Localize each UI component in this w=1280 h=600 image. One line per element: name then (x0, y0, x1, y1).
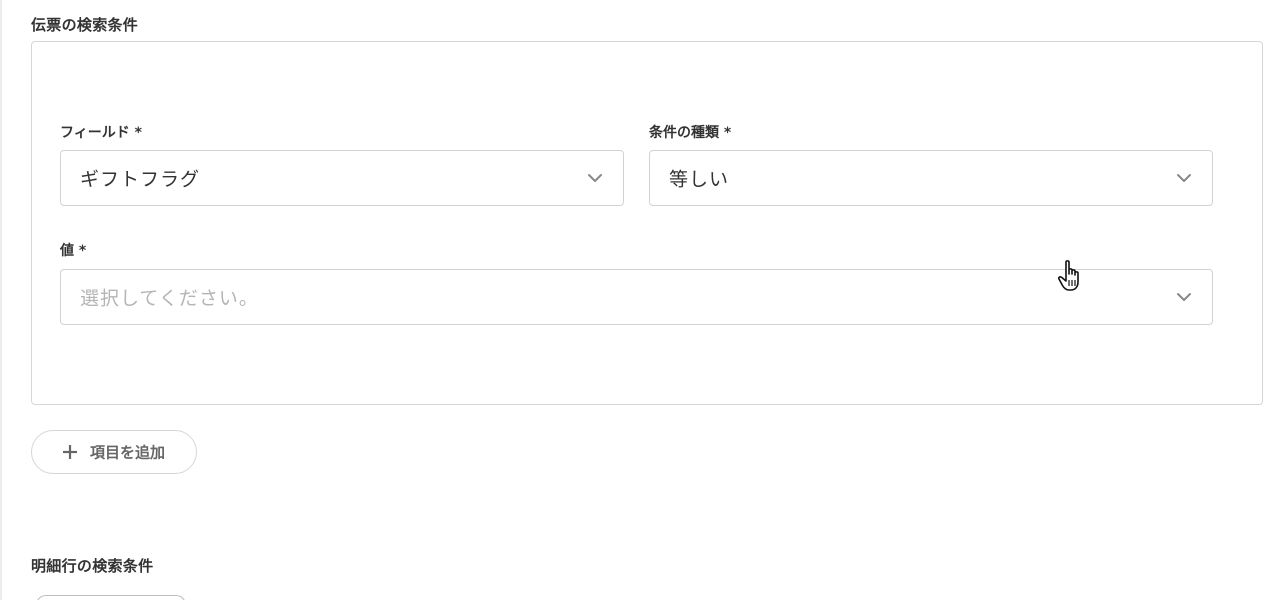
value-select[interactable]: 選択してください。 (60, 269, 1213, 325)
chevron-down-icon (1177, 293, 1191, 301)
field-select-value: ギフトフラグ (80, 168, 201, 191)
add-item-button[interactable]: 項目を追加 (31, 430, 197, 474)
search-conditions-page: 伝票の検索条件 フィールド * ギフトフラグ 条件の種類 * 等しい 値 * 選… (0, 0, 1280, 600)
condition-type-select-value: 等しい (669, 168, 730, 191)
chevron-down-icon (588, 174, 602, 182)
condition-type-select[interactable]: 等しい (649, 150, 1213, 206)
header-conditions-panel (31, 41, 1263, 405)
field-label: フィールド * (60, 125, 142, 141)
line-conditions-title: 明細行の検索条件 (31, 557, 154, 575)
header-conditions-title: 伝票の検索条件 (31, 16, 139, 34)
line-conditions-button-partial[interactable] (36, 595, 186, 600)
add-item-label: 項目を追加 (90, 443, 166, 462)
value-select-placeholder: 選択してください。 (80, 287, 259, 310)
hand-pointer-icon (1058, 260, 1079, 291)
condition-type-label: 条件の種類 * (649, 125, 732, 141)
left-divider (0, 0, 2, 600)
chevron-down-icon (1177, 174, 1191, 182)
field-select[interactable]: ギフトフラグ (60, 150, 624, 206)
value-label: 値 * (60, 243, 87, 259)
plus-icon (63, 445, 77, 459)
